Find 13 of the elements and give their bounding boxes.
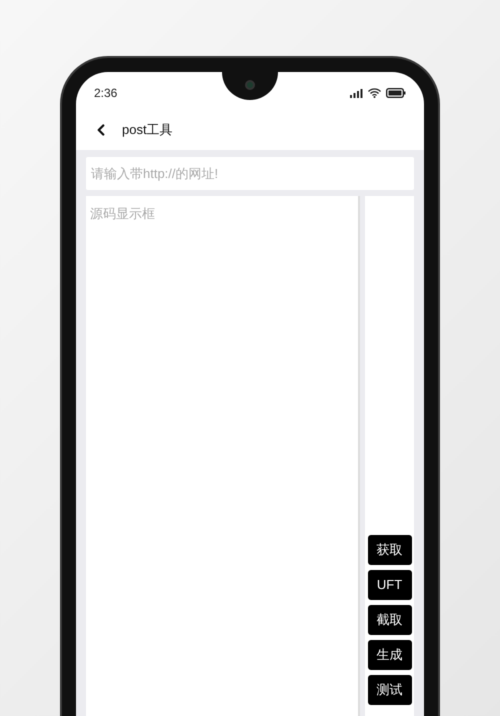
action-button[interactable]: 截取	[368, 605, 412, 635]
action-button[interactable]: 获取	[368, 535, 412, 565]
action-button[interactable]: 测试	[368, 675, 412, 705]
status-time: 2:36	[94, 85, 118, 102]
wifi-icon	[368, 88, 381, 98]
source-field[interactable]: 源码显示框	[86, 196, 360, 716]
battery-icon	[386, 88, 406, 98]
camera-icon	[245, 80, 255, 90]
url-field[interactable]: 请输入带http://的网址!	[86, 157, 414, 190]
action-button[interactable]: 生成	[368, 640, 412, 670]
action-button[interactable]: UFT	[368, 570, 412, 600]
signal-icon	[350, 88, 363, 98]
page-title: post工具	[122, 121, 173, 140]
